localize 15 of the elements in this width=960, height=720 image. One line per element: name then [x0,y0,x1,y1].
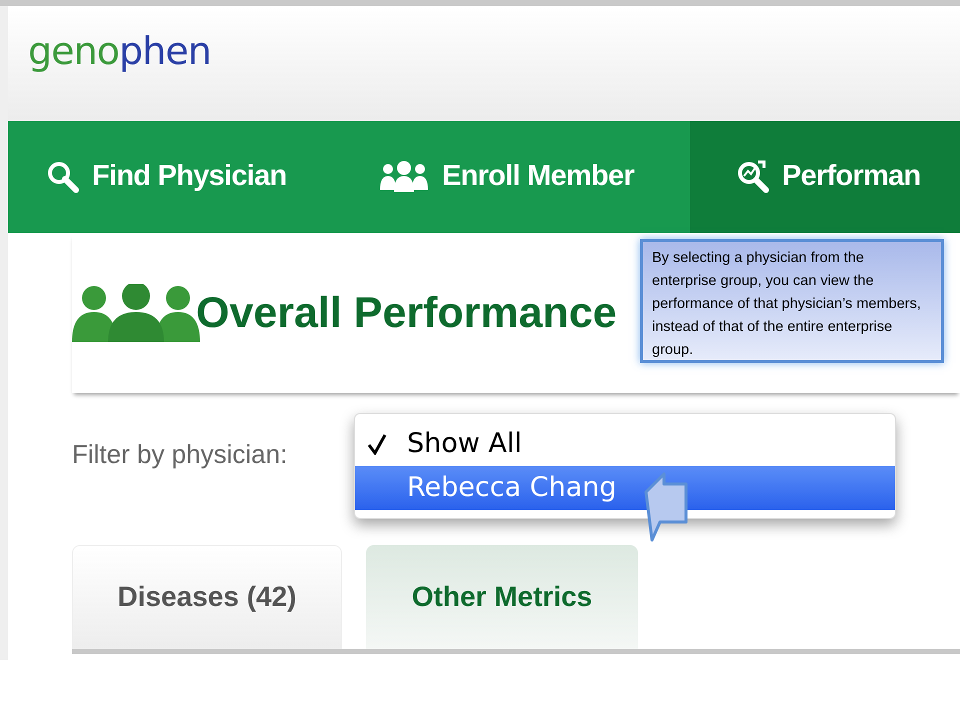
chart-search-icon [736,159,770,195]
page-title: Overall Performance [196,288,617,339]
nav-tab[interactable]: Enroll Member [340,121,690,233]
logo: genophen [28,29,211,73]
checkmark-icon [367,433,387,455]
search-icon [46,160,80,194]
nav-tab[interactable]: Performan [690,121,960,233]
filter-label: Filter by physician: [72,438,288,471]
callout-text: By selecting a physician from the enterprise group, you can view the performance of that physician’s members, instead of that of the entire enterprise group. [652,249,922,360]
people-icon [378,160,430,194]
tab[interactable]: Other Metrics [366,545,638,649]
menu-option[interactable]: Rebecca Chang [355,466,895,510]
menu-option[interactable]: Show All [355,422,895,466]
tab[interactable]: Diseases (42) [72,545,342,649]
nav-tab[interactable]: Find Physician [8,121,340,233]
